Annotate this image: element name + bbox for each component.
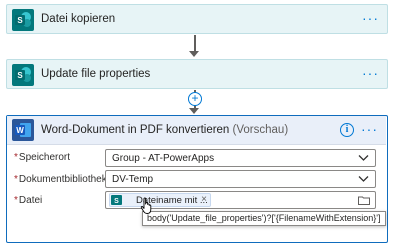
more-options-icon[interactable]: ···: [362, 11, 379, 25]
step-card-datei-kopieren[interactable]: S Datei kopieren ···: [6, 4, 388, 34]
datei-label-text: Datei: [18, 195, 43, 206]
svg-text:S: S: [17, 16, 23, 25]
dynamic-content-token[interactable]: S Dateiname mit ... ×: [109, 193, 211, 207]
action-card-header[interactable]: W Word-Dokument in PDF konvertieren (Vor…: [7, 116, 386, 145]
svg-text:S: S: [114, 198, 119, 205]
dokumentbibliothek-dropdown[interactable]: DV-Temp: [105, 170, 376, 188]
expression-tooltip: body('Update_file_properties')?['{Filena…: [142, 211, 386, 226]
action-title: Word-Dokument in PDF konvertieren (Vorsc…: [41, 124, 288, 136]
step-title[interactable]: Datei kopieren: [41, 13, 115, 25]
sharepoint-icon: S: [111, 195, 122, 205]
remove-token-icon[interactable]: ×: [201, 194, 207, 205]
required-marker: *: [14, 174, 18, 185]
chevron-down-icon: [358, 155, 369, 161]
dokumentbibliothek-value: DV-Temp: [112, 174, 154, 185]
add-step-icon[interactable]: +: [188, 92, 202, 106]
more-options-icon[interactable]: ···: [361, 122, 378, 136]
speicherort-dropdown[interactable]: Group - AT-PowerApps: [105, 149, 376, 167]
sharepoint-icon: S: [12, 9, 34, 31]
svg-text:S: S: [17, 71, 23, 80]
svg-text:W: W: [16, 126, 24, 135]
step-title[interactable]: Update file properties: [41, 68, 150, 80]
sharepoint-icon: S: [12, 64, 34, 86]
connector-line: [194, 35, 196, 52]
info-icon[interactable]: i: [340, 123, 354, 137]
arrow-down-icon: [189, 108, 199, 114]
folder-icon[interactable]: [358, 196, 370, 205]
hand-cursor-icon: [140, 197, 152, 214]
required-marker: *: [14, 152, 18, 163]
chevron-down-icon: [358, 176, 369, 182]
speicherort-value: Group - AT-PowerApps: [112, 153, 215, 164]
arrow-down-icon: [189, 51, 199, 57]
preview-label: (Vorschau): [232, 124, 289, 136]
speicherort-label: *Speicherort: [14, 152, 70, 163]
more-options-icon[interactable]: ···: [362, 66, 379, 80]
dokumentbibliothek-label: *Dokumentbibliothek: [14, 174, 107, 185]
datei-label: *Datei: [14, 195, 42, 206]
step-card-update-file-properties[interactable]: S Update file properties ···: [6, 59, 388, 89]
dokumentbibliothek-label-text: Dokumentbibliothek: [18, 174, 107, 185]
word-icon: W: [12, 119, 34, 141]
speicherort-label-text: Speicherort: [18, 152, 71, 163]
action-title-text: Word-Dokument in PDF konvertieren: [41, 124, 230, 136]
required-marker: *: [14, 195, 18, 206]
